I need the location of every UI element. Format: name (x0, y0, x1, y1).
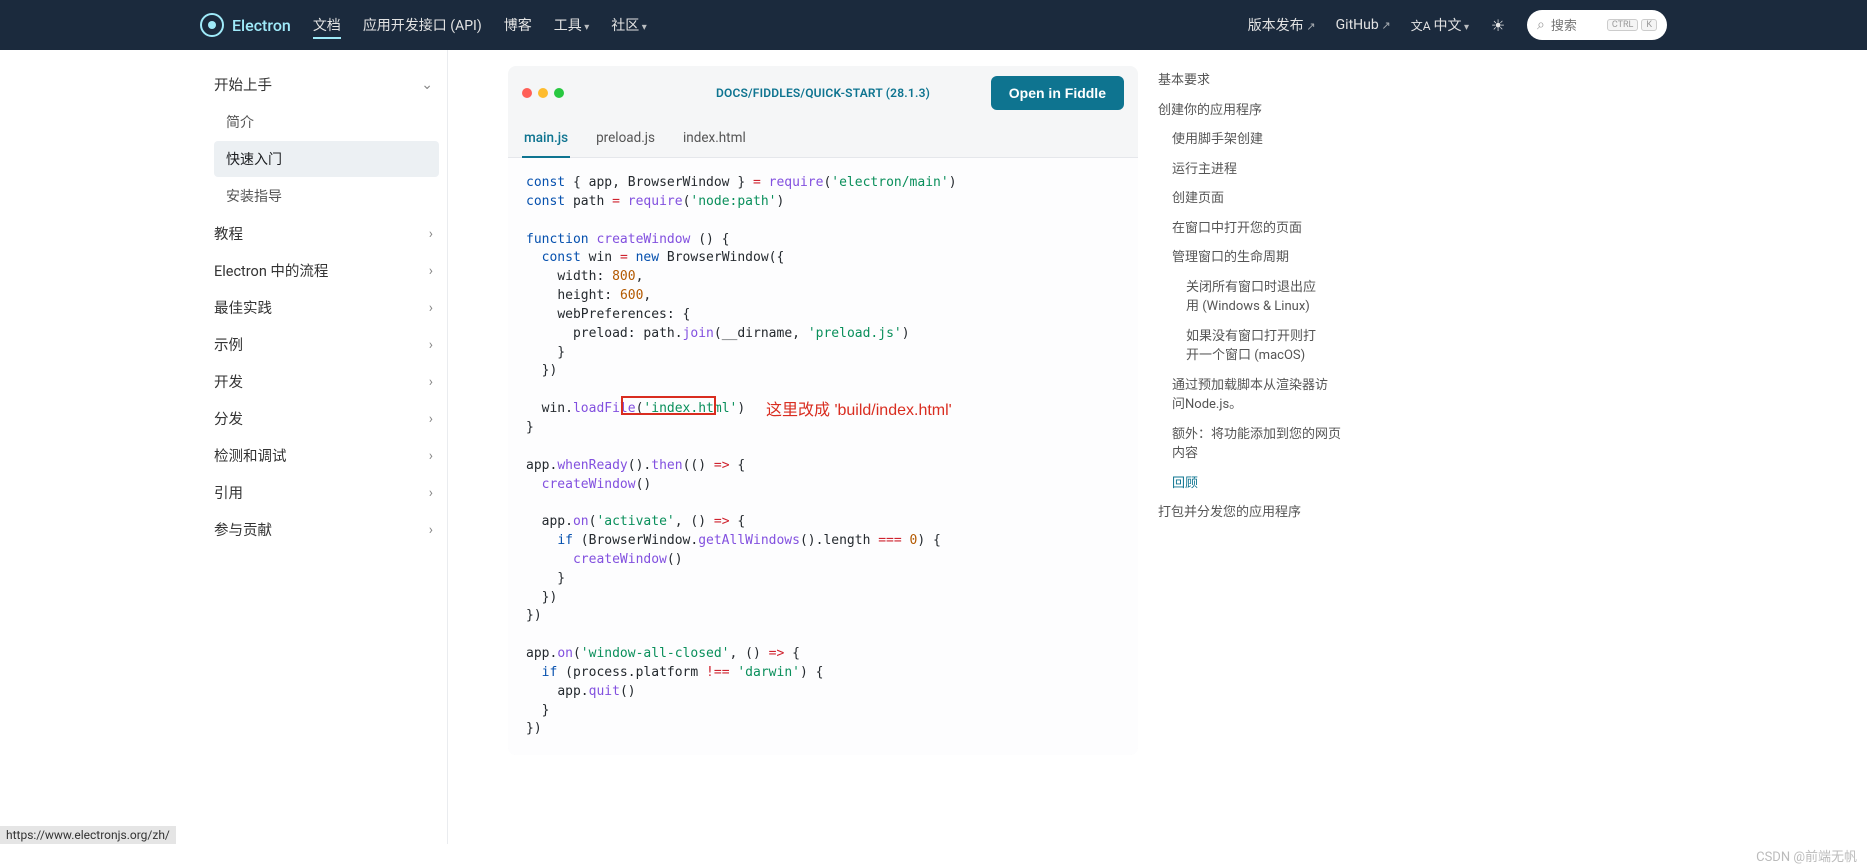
annotation-highlight-box (621, 396, 716, 415)
search-input[interactable] (1551, 18, 1601, 33)
main-content: DOCS/FIDDLES/QUICK-START (28.1.3) Open i… (448, 50, 1158, 844)
nav-github[interactable]: GitHub (1336, 13, 1391, 37)
toc-extra[interactable]: 额外：将功能添加到您的网页内容 (1158, 420, 1343, 469)
theme-toggle-icon[interactable]: ☀ (1489, 16, 1507, 34)
code-tabs: main.js preload.js index.html (508, 120, 1138, 158)
close-dot-icon (522, 88, 532, 98)
watermark: CSDN @前端无帆 (0, 844, 1857, 866)
toc-close-all[interactable]: 关闭所有窗口时退出应用 (Windows & Linux) (1158, 273, 1328, 322)
nav-language[interactable]: 文A 中文 (1411, 11, 1469, 39)
toc-preload[interactable]: 通过预加载脚本从渲染器访问Node.js。 (1158, 371, 1328, 420)
search-box[interactable]: ⌕ CTRL K (1527, 10, 1667, 40)
sidebar-cat-dev[interactable]: 开发› (210, 363, 447, 400)
tab-main-js[interactable]: main.js (522, 120, 570, 158)
kbd-ctrl: CTRL (1607, 19, 1639, 31)
sidebar-cat-ref[interactable]: 引用› (210, 474, 447, 511)
nav-api[interactable]: 应用开发接口 (API) (363, 11, 482, 39)
toc-review[interactable]: 回顾 (1158, 469, 1518, 499)
sidebar-item-intro[interactable]: 简介 (214, 104, 439, 140)
chevron-right-icon: › (429, 226, 433, 242)
open-in-fiddle-button[interactable]: Open in Fiddle (991, 76, 1124, 110)
code-body: const { app, BrowserWindow } = require('… (508, 158, 1138, 755)
sidebar-cat-examples[interactable]: 示例› (210, 326, 447, 363)
chevron-right-icon: › (429, 448, 433, 464)
toc-scaffold[interactable]: 使用脚手架创建 (1158, 125, 1518, 155)
chevron-right-icon: › (429, 522, 433, 538)
nav-blog[interactable]: 博客 (504, 11, 532, 39)
main-layout: 开始上手⌄ 简介 快速入门 安装指导 教程› Electron 中的流程› 最佳… (0, 50, 1867, 844)
toc-create-page[interactable]: 创建页面 (1158, 184, 1518, 214)
sidebar-cat-process[interactable]: Electron 中的流程› (210, 252, 447, 289)
maximize-dot-icon (554, 88, 564, 98)
toc-create-app[interactable]: 创建你的应用程序 (1158, 96, 1518, 126)
minimize-dot-icon (538, 88, 548, 98)
annotation-text: 这里改成 'build/index.html' (766, 399, 952, 422)
kbd-k: K (1641, 19, 1657, 31)
table-of-contents: 基本要求 创建你的应用程序 使用脚手架创建 运行主进程 创建页面 在窗口中打开您… (1158, 50, 1538, 844)
toc-basic-req[interactable]: 基本要求 (1158, 66, 1518, 96)
electron-logo-icon (200, 13, 224, 37)
code-window: DOCS/FIDDLES/QUICK-START (28.1.3) Open i… (508, 66, 1138, 755)
toc-run-main[interactable]: 运行主进程 (1158, 155, 1518, 185)
window-dots (522, 88, 564, 98)
sidebar-cat-best[interactable]: 最佳实践› (210, 289, 447, 326)
toc-open-window[interactable]: 在窗口中打开您的页面 (1158, 214, 1518, 244)
logo-wrap[interactable]: Electron (200, 13, 291, 37)
sidebar-left: 开始上手⌄ 简介 快速入门 安装指导 教程› Electron 中的流程› 最佳… (0, 50, 448, 844)
navbar: Electron 文档 应用开发接口 (API) 博客 工具 社区 版本发布 G… (0, 0, 1867, 50)
chevron-right-icon: › (429, 374, 433, 390)
sidebar-item-install[interactable]: 安装指导 (214, 178, 439, 214)
chevron-right-icon: › (429, 263, 433, 279)
status-bar-url: https://www.electronjs.org/zh/ (0, 826, 176, 844)
toc-manage-lifecycle[interactable]: 管理窗口的生命周期 (1158, 243, 1518, 273)
toc-package[interactable]: 打包并分发您的应用程序 (1158, 498, 1518, 528)
chevron-right-icon: › (429, 337, 433, 353)
nav-community[interactable]: 社区 (611, 11, 647, 39)
nav-tools[interactable]: 工具 (554, 11, 590, 39)
nav-releases[interactable]: 版本发布 (1248, 11, 1316, 39)
search-icon: ⌕ (1537, 17, 1545, 33)
sidebar-cat-debug[interactable]: 检测和调试› (210, 437, 447, 474)
navbar-right: 版本发布 GitHub 文A 中文 ☀ ⌕ CTRL K (1248, 10, 1667, 40)
sidebar-cat-tutorial[interactable]: 教程› (210, 215, 447, 252)
chevron-right-icon: › (429, 485, 433, 501)
tab-index-html[interactable]: index.html (681, 120, 748, 158)
navbar-left: Electron 文档 应用开发接口 (API) 博客 工具 社区 (200, 11, 647, 39)
nav-docs[interactable]: 文档 (313, 11, 341, 39)
search-kbd-hint: CTRL K (1607, 19, 1657, 31)
chevron-right-icon: › (429, 411, 433, 427)
chevron-down-icon: ⌄ (421, 77, 433, 93)
sidebar-item-quickstart[interactable]: 快速入门 (214, 141, 439, 177)
sidebar-cat-dist[interactable]: 分发› (210, 400, 447, 437)
brand-name: Electron (232, 16, 291, 35)
code-header: DOCS/FIDDLES/QUICK-START (28.1.3) Open i… (508, 66, 1138, 120)
sidebar-cat-contribute[interactable]: 参与贡献› (210, 511, 447, 548)
chevron-right-icon: › (429, 300, 433, 316)
tab-preload-js[interactable]: preload.js (594, 120, 657, 158)
toc-open-if-none[interactable]: 如果没有窗口打开则打开一个窗口 (macOS) (1158, 322, 1328, 371)
sidebar-cat-getting-started[interactable]: 开始上手⌄ (210, 66, 447, 103)
